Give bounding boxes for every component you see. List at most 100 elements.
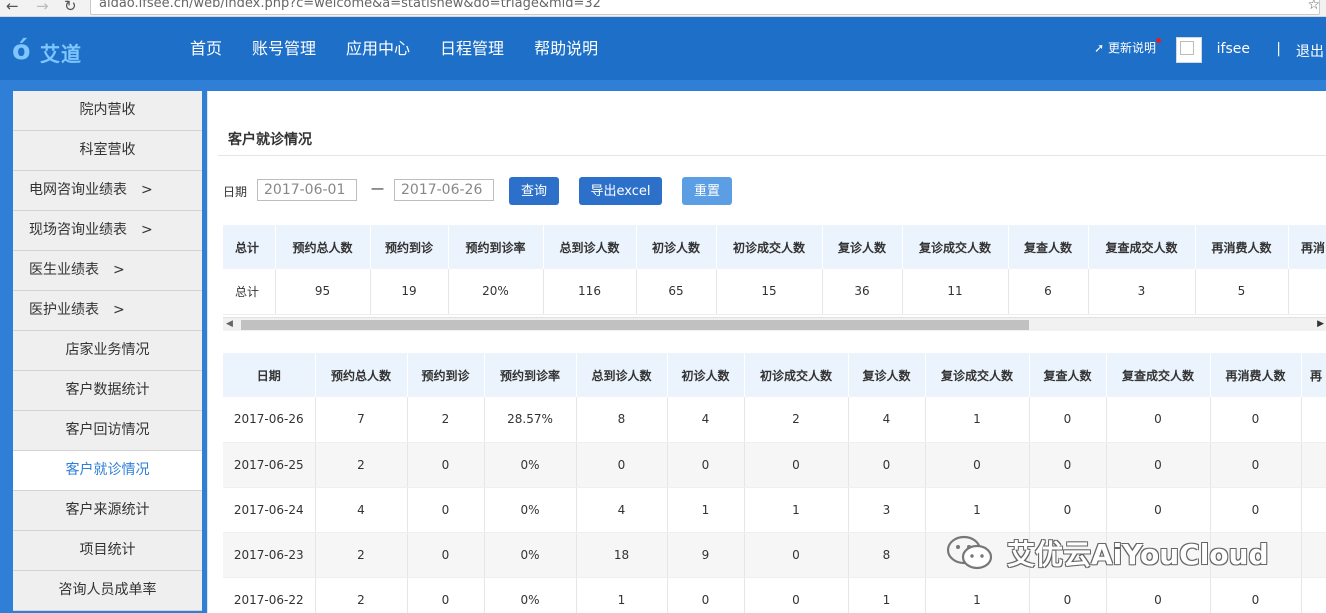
reload-icon[interactable]: ↻ <box>64 0 77 15</box>
browser-address-bar: ← → ↻ aidao.ifsee.cn/web/index.php?c=wel… <box>0 0 1326 17</box>
table-cell: 2 <box>315 442 408 488</box>
chevron-right-icon: > <box>113 302 125 318</box>
sidebar-item[interactable]: 医生业绩表 > <box>13 251 202 291</box>
table-cell: 4 <box>315 487 408 533</box>
table-cell: 20% <box>448 269 544 315</box>
table-cell <box>1301 532 1326 578</box>
table-cell: 2 <box>315 577 408 613</box>
logout-link[interactable]: 退出 <box>1296 41 1326 61</box>
sidebar-item[interactable]: 客户数据统计 <box>13 371 202 411</box>
sidebar-item[interactable]: 客户回访情况 <box>13 411 202 451</box>
sidebar-item[interactable]: 科室营收 <box>13 131 202 171</box>
table-cell: 0 <box>667 442 745 488</box>
sidebar: 院内营收 科室营收 电网咨询业绩表 > 现场咨询业绩表 > 医生业绩表 > 医护业绩表 > 店家业务… <box>0 91 207 613</box>
sidebar-item[interactable]: 医护业绩表 > <box>13 291 202 331</box>
sidebar-item-label: 院内营收 <box>79 102 136 118</box>
table-cell: 0% <box>484 487 577 533</box>
table-row: 总计 95 19 20% 116 65 15 36 11 6 3 5 <box>223 269 1326 315</box>
table-cell: 0 <box>576 442 668 488</box>
sidebar-item[interactable]: 电网咨询业绩表 > <box>13 171 202 211</box>
export-excel-button[interactable]: 导出excel <box>579 177 662 205</box>
table-cell: 0 <box>407 442 485 488</box>
table-cell: 0 <box>744 442 849 488</box>
column-header: 再消费人数 <box>1210 353 1302 397</box>
sidebar-item[interactable]: 院内营收 <box>13 91 202 131</box>
table-cell: 0 <box>667 577 745 613</box>
url-text: aidao.ifsee.cn/web/index.php?c=welcome&a… <box>99 0 601 11</box>
table-cell: 2017-06-22 <box>223 577 316 613</box>
update-notes-label: 更新说明 <box>1107 41 1156 55</box>
column-header: 复查成交人数 <box>1106 353 1211 397</box>
sidebar-item-label: 现场咨询业绩表 <box>29 222 127 238</box>
table-cell: 0 <box>1029 397 1107 443</box>
table-cell: 0 <box>1106 577 1211 613</box>
table-cell: 6 <box>1008 269 1089 315</box>
sidebar-menu: 院内营收 科室营收 电网咨询业绩表 > 现场咨询业绩表 > 医生业绩表 > 医护业绩表 > 店家业务… <box>13 91 202 611</box>
nav-account[interactable]: 账号管理 <box>252 17 316 80</box>
table-cell: 总计 <box>223 269 276 315</box>
table-cell: 0 <box>1210 487 1302 533</box>
back-arrow-icon[interactable]: ← <box>6 0 19 15</box>
column-header: 预约总人数 <box>315 353 408 397</box>
table-cell: 18 <box>576 532 668 578</box>
rocket-icon: ➚ <box>1094 41 1105 55</box>
sidebar-item-label: 咨询人员成单率 <box>58 582 157 598</box>
table-cell <box>1288 269 1326 315</box>
url-field[interactable]: aidao.ifsee.cn/web/index.php?c=welcome&a… <box>90 0 1320 15</box>
table-cell: 2 <box>744 397 849 443</box>
table-row: 2017-06-22 2 0 0% 1 0 0 1 1 0 0 0 <box>223 577 1326 613</box>
table-cell: 2 <box>315 532 408 578</box>
column-header: 再 <box>1301 353 1326 397</box>
sidebar-item[interactable]: 客户来源统计 <box>13 491 202 531</box>
avatar[interactable] <box>1176 37 1202 63</box>
forward-arrow-icon[interactable]: → <box>36 0 49 15</box>
table-cell: 1 <box>848 577 926 613</box>
reset-button[interactable]: 重置 <box>682 177 732 205</box>
table-cell: 0 <box>1029 442 1107 488</box>
header-separator: | <box>1276 41 1281 57</box>
nav-help[interactable]: 帮助说明 <box>534 17 598 80</box>
nav-schedule[interactable]: 日程管理 <box>440 17 504 80</box>
sidebar-item[interactable]: 现场咨询业绩表 > <box>13 211 202 251</box>
table-cell: 0 <box>407 532 485 578</box>
logo-text: 艾道 <box>40 42 82 66</box>
update-notes-link[interactable]: ➚ 更新说明 <box>1094 38 1161 56</box>
table-cell: 4 <box>667 397 745 443</box>
sidebar-item-label: 客户来源统计 <box>65 502 150 518</box>
sidebar-item[interactable]: 店家业务情况 <box>13 331 202 371</box>
start-date-input[interactable] <box>257 179 357 201</box>
table-cell: 8 <box>848 532 926 578</box>
sidebar-item[interactable]: 项目统计 <box>13 531 202 571</box>
column-header: 复查人数 <box>1008 225 1089 269</box>
bookmark-star-icon[interactable]: ☆ <box>1307 0 1320 13</box>
chevron-right-icon: > <box>113 262 125 278</box>
column-header: 初诊人数 <box>636 225 717 269</box>
summary-table-container: 总计 预约总人数 预约到诊 预约到诊率 总到诊人数 初诊人数 初诊成交人数 复诊人数 复诊成交人… <box>223 225 1326 317</box>
table-cell <box>1301 487 1326 533</box>
nav-apps[interactable]: 应用中心 <box>346 17 410 80</box>
nav-home[interactable]: 首页 <box>190 17 222 80</box>
sidebar-item-label: 店家业务情况 <box>65 342 150 358</box>
scroll-right-arrow-icon[interactable]: ▶ <box>1317 318 1324 331</box>
scrollbar-thumb[interactable] <box>241 320 1029 330</box>
table-cell: 2 <box>407 397 485 443</box>
table-row: 2017-06-26 7 2 28.57% 8 4 2 4 1 0 0 0 <box>223 397 1326 443</box>
username[interactable]: ifsee <box>1217 41 1250 57</box>
sidebar-item-label: 科室营收 <box>79 142 136 158</box>
logo[interactable]: ó 艾道 <box>12 35 102 67</box>
summary-table: 总计 预约总人数 预约到诊 预约到诊率 总到诊人数 初诊人数 初诊成交人数 复诊人数 复诊成交人… <box>223 225 1326 315</box>
sidebar-item-label: 客户就诊情况 <box>65 462 150 478</box>
table-cell: 9 <box>667 532 745 578</box>
end-date-input[interactable] <box>394 179 494 201</box>
query-button[interactable]: 查询 <box>509 177 559 205</box>
table-cell: 0 <box>1210 442 1302 488</box>
chevron-right-icon: > <box>141 182 153 198</box>
column-header: 预约到诊率 <box>484 353 577 397</box>
horizontal-scrollbar[interactable]: ◀ ▶ <box>223 317 1326 331</box>
sidebar-item[interactable]: 客户就诊情况 <box>13 451 202 491</box>
sidebar-item[interactable]: 咨询人员成单率 <box>13 571 202 611</box>
table-cell: 95 <box>275 269 371 315</box>
scroll-left-arrow-icon[interactable]: ◀ <box>226 318 233 331</box>
main-nav: 首页 账号管理 应用中心 日程管理 帮助说明 <box>190 17 628 80</box>
column-header: 预约到诊 <box>407 353 485 397</box>
